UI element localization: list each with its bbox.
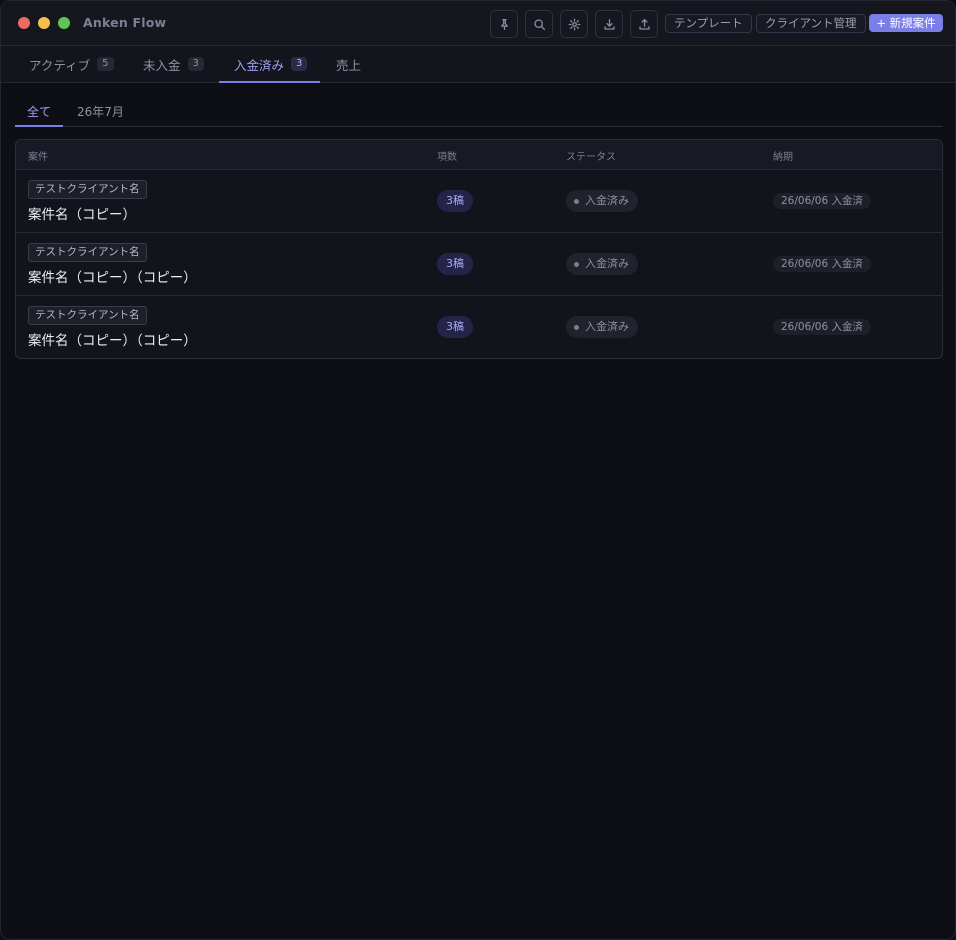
tab-active[interactable]: アクティブ 5 bbox=[29, 46, 114, 82]
column-header-due[interactable]: 納期 bbox=[773, 148, 793, 163]
active-subtab-indicator bbox=[15, 125, 63, 127]
main-tabs: アクティブ 5 未入金 3 入金済み 3 売上 bbox=[1, 46, 955, 83]
minimize-window-button[interactable] bbox=[38, 17, 50, 29]
search-button[interactable] bbox=[525, 10, 553, 38]
project-name: 案件名（コピー）（コピー） bbox=[28, 270, 197, 286]
column-header-count[interactable]: 項数 bbox=[437, 148, 457, 163]
upload-icon bbox=[638, 18, 650, 30]
app-title: Anken Flow bbox=[83, 15, 167, 30]
projects-table: 案件 項数 ステータス 納期 テストクライアント名 案件名（コピー） 3稿 入金… bbox=[15, 139, 943, 359]
app-window: Anken Flow テンプレート クライアント管理 + 新規案件 アクティブ … bbox=[0, 0, 956, 940]
client-management-button[interactable]: クライアント管理 bbox=[756, 14, 866, 33]
active-tab-indicator bbox=[219, 81, 320, 83]
settings-button[interactable] bbox=[560, 10, 588, 38]
maximize-window-button[interactable] bbox=[58, 17, 70, 29]
due-date-badge: 26/06/06 入金済 bbox=[773, 256, 871, 272]
due-date-badge: 26/06/06 入金済 bbox=[773, 193, 871, 209]
column-header-status[interactable]: ステータス bbox=[566, 148, 616, 163]
project-name: 案件名（コピー） bbox=[28, 207, 136, 223]
sub-tabs: 全て 26年7月 bbox=[15, 97, 943, 127]
table-header: 案件 項数 ステータス 納期 bbox=[16, 140, 942, 170]
status-dot-icon bbox=[574, 261, 579, 267]
table-row[interactable]: テストクライアント名 案件名（コピー） 3稿 入金済み 26/06/06 入金済 bbox=[16, 170, 942, 233]
tab-label: 入金済み bbox=[234, 57, 285, 73]
client-tag: テストクライアント名 bbox=[28, 180, 147, 199]
status-dot-icon bbox=[574, 324, 579, 330]
status-badge[interactable]: 入金済み bbox=[566, 316, 638, 338]
title-bar: Anken Flow テンプレート クライアント管理 + 新規案件 bbox=[1, 1, 955, 46]
draft-count-badge: 3稿 bbox=[437, 253, 473, 275]
table-row[interactable]: テストクライアント名 案件名（コピー）（コピー） 3稿 入金済み 26/06/0… bbox=[16, 296, 942, 358]
pin-icon bbox=[500, 18, 508, 30]
tab-paid[interactable]: 入金済み 3 bbox=[234, 46, 308, 82]
status-label: 入金済み bbox=[585, 320, 629, 333]
pin-button[interactable] bbox=[490, 10, 518, 38]
tab-label: 売上 bbox=[336, 57, 362, 73]
project-name: 案件名（コピー）（コピー） bbox=[28, 333, 197, 349]
subtab-month[interactable]: 26年7月 bbox=[77, 103, 124, 120]
tab-count-badge: 3 bbox=[187, 57, 204, 71]
download-button[interactable] bbox=[595, 10, 623, 38]
tab-label: 未入金 bbox=[143, 57, 181, 73]
status-badge[interactable]: 入金済み bbox=[566, 190, 638, 212]
status-label: 入金済み bbox=[585, 194, 629, 207]
column-header-project[interactable]: 案件 bbox=[28, 148, 48, 163]
status-dot-icon bbox=[574, 198, 579, 204]
due-date-badge: 26/06/06 入金済 bbox=[773, 319, 871, 335]
tab-count-badge: 3 bbox=[291, 57, 308, 71]
upload-button[interactable] bbox=[630, 10, 658, 38]
table-row[interactable]: テストクライアント名 案件名（コピー）（コピー） 3稿 入金済み 26/06/0… bbox=[16, 233, 942, 296]
close-window-button[interactable] bbox=[18, 17, 30, 29]
draft-count-badge: 3稿 bbox=[437, 316, 473, 338]
subtab-all[interactable]: 全て bbox=[27, 103, 51, 120]
tab-label: アクティブ bbox=[29, 57, 91, 73]
template-button[interactable]: テンプレート bbox=[665, 14, 752, 33]
download-icon bbox=[603, 18, 615, 30]
new-project-button[interactable]: + 新規案件 bbox=[869, 14, 943, 32]
client-tag: テストクライアント名 bbox=[28, 306, 147, 325]
tab-sales[interactable]: 売上 bbox=[336, 46, 361, 82]
status-badge[interactable]: 入金済み bbox=[566, 253, 638, 275]
tab-unpaid[interactable]: 未入金 3 bbox=[143, 46, 204, 82]
status-label: 入金済み bbox=[585, 257, 629, 270]
search-icon bbox=[533, 18, 545, 30]
draft-count-badge: 3稿 bbox=[437, 190, 473, 212]
gear-icon bbox=[568, 18, 580, 30]
client-tag: テストクライアント名 bbox=[28, 243, 147, 262]
tab-count-badge: 5 bbox=[97, 57, 114, 71]
